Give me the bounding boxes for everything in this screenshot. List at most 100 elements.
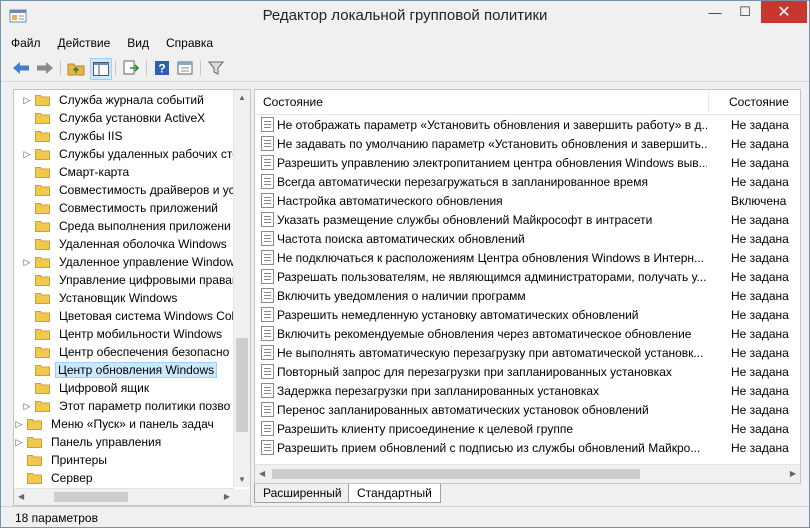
tree-item[interactable]: Сервер <box>14 469 97 487</box>
menu-action[interactable]: Действие <box>51 36 118 50</box>
tree-item[interactable]: Цифровой ящик <box>22 379 153 397</box>
tree-item-label: Совместимость драйверов и уст <box>59 183 241 197</box>
view-tabs: Расширенный Стандартный <box>254 484 799 504</box>
tree-item[interactable]: Принтеры <box>14 451 111 469</box>
policy-row[interactable]: Всегда автоматически перезагружаться в з… <box>255 172 800 191</box>
tree-item-selected[interactable]: Центр обновления Windows <box>22 361 218 379</box>
column-header-name[interactable]: Состояние <box>263 90 323 114</box>
scroll-right-icon[interactable]: ▶ <box>224 492 230 501</box>
policy-row[interactable]: Разрешить прием обновлений с подписью из… <box>255 438 800 457</box>
policy-setting-icon <box>261 250 274 265</box>
tree-item[interactable]: Совместимость драйверов и уст <box>22 181 244 199</box>
folder-icon <box>35 112 50 124</box>
help-icon[interactable]: ? <box>152 58 172 78</box>
tree-item[interactable]: ▷ Удаленное управление Window <box>22 253 239 271</box>
tree-horizontal-scrollbar[interactable]: ◀ ▶ <box>14 488 234 505</box>
tree-pane[interactable]: ▷ Служба журнала событий Служба установки … <box>13 89 251 506</box>
policy-row[interactable]: Не подключаться к расположениям Центра о… <box>255 248 800 267</box>
tree-item[interactable]: Смарт-карта <box>22 163 133 181</box>
column-divider[interactable] <box>708 92 709 112</box>
policy-row[interactable]: Задержка перезагрузки при запланированны… <box>255 381 800 400</box>
policy-row[interactable]: Повторный запрос для перезагрузки при за… <box>255 362 800 381</box>
expand-arrow-icon[interactable]: ▷ <box>22 149 32 160</box>
policy-row[interactable]: Частота поиска автоматических обновлений… <box>255 229 800 248</box>
tree-item[interactable]: Служба установки ActiveX <box>22 109 209 127</box>
list-horizontal-scroll-thumb[interactable] <box>272 469 640 479</box>
tree-item[interactable]: Удаленная оболочка Windows <box>22 235 231 253</box>
back-icon[interactable] <box>11 58 31 78</box>
toolbar-separator <box>115 60 116 76</box>
tree-item[interactable]: Цветовая система Windows Colo <box>22 307 245 325</box>
policy-row[interactable]: Включить рекомендуемые обновления через … <box>255 324 800 343</box>
tree-vertical-scrollbar[interactable]: ▲ ▼ <box>233 90 250 487</box>
tree-item[interactable]: Установщик Windows <box>22 289 181 307</box>
policy-name: Указать размещение службы обновлений Май… <box>277 212 653 227</box>
expand-arrow-icon[interactable]: ▷ <box>22 257 32 268</box>
tree-vertical-scroll-thumb[interactable] <box>236 338 248 432</box>
tree-item[interactable]: Управление цифровыми правам <box>22 271 244 289</box>
show-hide-tree-icon[interactable] <box>90 58 112 80</box>
tab-extended[interactable]: Расширенный <box>254 484 351 503</box>
tree-horizontal-scroll-thumb[interactable] <box>54 492 128 502</box>
policy-setting-icon <box>261 269 274 284</box>
policy-row[interactable]: Разрешать пользователям, не являющимся а… <box>255 267 800 286</box>
scroll-right-icon[interactable]: ▶ <box>790 469 796 478</box>
up-folder-icon[interactable] <box>66 58 86 78</box>
forward-icon[interactable] <box>35 58 55 78</box>
scroll-up-icon[interactable]: ▲ <box>238 93 246 102</box>
tree-item[interactable]: Службы IIS <box>22 127 126 145</box>
tree-item[interactable]: Среда выполнения приложени <box>22 217 235 235</box>
tree-item[interactable]: ▷ Этот параметр политики позво <box>22 397 234 415</box>
export-list-icon[interactable] <box>121 58 141 78</box>
expand-arrow-icon[interactable]: ▷ <box>22 401 32 412</box>
tree-item[interactable]: ▷ Меню «Пуск» и панель задач <box>14 415 218 433</box>
policy-row[interactable]: Не выполнять автоматическую перезагрузку… <box>255 343 800 362</box>
policy-row[interactable]: Настройка автоматического обновления Вклю… <box>255 191 800 210</box>
tree-item[interactable]: ▷ Панель управления <box>14 433 165 451</box>
menu-file[interactable]: Файл <box>4 36 48 50</box>
policy-name: Всегда автоматически перезагружаться в з… <box>277 174 648 189</box>
tree-item[interactable]: ▷ Служба журнала событий <box>22 91 208 109</box>
policy-row[interactable]: Разрешить управлению электропитанием цен… <box>255 153 800 172</box>
maximize-button[interactable]: ☐ <box>732 1 758 23</box>
properties-icon[interactable] <box>175 58 195 78</box>
folder-icon <box>35 400 50 412</box>
menu-help[interactable]: Справка <box>159 36 220 50</box>
policy-row[interactable]: Разрешить немедленную установку автомати… <box>255 305 800 324</box>
column-header-state[interactable]: Состояние <box>729 90 789 114</box>
policy-row[interactable]: Не отображать параметр «Установить обнов… <box>255 115 800 134</box>
policy-row[interactable]: Разрешить клиенту присоединение к целево… <box>255 419 800 438</box>
policy-setting-icon <box>261 326 274 341</box>
policy-row[interactable]: Включить уведомления о наличии программ Н… <box>255 286 800 305</box>
expand-arrow-icon[interactable]: ▷ <box>22 95 32 106</box>
policy-state: Не задана <box>731 174 789 189</box>
scroll-left-icon[interactable]: ◀ <box>18 492 24 501</box>
folder-icon <box>35 166 50 178</box>
policy-row[interactable]: Не задавать по умолчанию параметр «Устан… <box>255 134 800 153</box>
tree-item[interactable]: Центр обеспечения безопасно <box>22 343 233 361</box>
policy-setting-icon <box>261 231 274 246</box>
menu-view[interactable]: Вид <box>120 36 156 50</box>
tree-item[interactable]: Центр мобильности Windows <box>22 325 226 343</box>
filter-icon[interactable] <box>206 58 226 78</box>
list-horizontal-scrollbar[interactable]: ◀ ▶ <box>255 464 800 483</box>
tree-item-label: Меню «Пуск» и панель задач <box>51 417 214 431</box>
close-button[interactable]: ✕ <box>761 1 807 23</box>
tree-item[interactable]: ▷ Службы удаленных рабочих сто <box>22 145 243 163</box>
policy-state: Не задана <box>731 155 789 170</box>
policy-row[interactable]: Указать размещение службы обновлений Май… <box>255 210 800 229</box>
scroll-left-icon[interactable]: ◀ <box>259 469 265 478</box>
scroll-down-icon[interactable]: ▼ <box>238 475 246 484</box>
policy-list-pane[interactable]: Состояние Состояние Не отображать параме… <box>254 89 801 484</box>
expand-arrow-icon[interactable]: ▷ <box>14 437 24 448</box>
title-bar[interactable]: Редактор локальной групповой политики — … <box>1 1 809 31</box>
tree-item[interactable]: Совместимость приложений <box>22 199 222 217</box>
policy-row[interactable]: Перенос запланированных автоматических у… <box>255 400 800 419</box>
tab-standard[interactable]: Стандартный <box>348 484 441 503</box>
expand-arrow-icon[interactable]: ▷ <box>14 419 24 430</box>
tree-item-label: Служба установки ActiveX <box>59 111 206 125</box>
minimize-button[interactable]: — <box>702 1 728 23</box>
policy-name: Включить уведомления о наличии программ <box>277 288 526 303</box>
folder-icon <box>35 274 50 286</box>
toolbar-separator <box>60 60 61 76</box>
